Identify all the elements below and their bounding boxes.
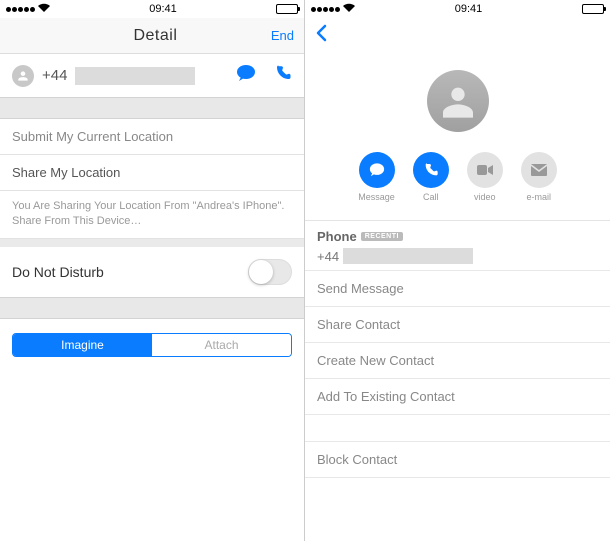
contact-header: +44	[0, 54, 304, 97]
signal-dots	[311, 7, 340, 12]
share-note: You Are Sharing Your Location From "Andr…	[0, 191, 304, 239]
wifi-icon	[343, 3, 355, 15]
nav-bar	[305, 18, 610, 54]
redacted-number	[343, 248, 473, 264]
send-message-button[interactable]: Send Message	[305, 270, 610, 307]
contact-screen: 09:41 Message Call	[305, 0, 610, 541]
create-contact-button[interactable]: Create New Contact	[305, 343, 610, 379]
email-action[interactable]: e-mail	[521, 152, 557, 202]
phone-circle-icon	[413, 152, 449, 188]
email-circle-icon	[521, 152, 557, 188]
status-time: 09:41	[455, 3, 483, 15]
segment-attach[interactable]: Attach	[152, 334, 291, 356]
submit-location-button[interactable]: Submit My Current Location	[0, 119, 304, 155]
message-circle-icon	[359, 152, 395, 188]
message-icon[interactable]	[236, 64, 256, 87]
phone-section: Phone RECENTI +44	[305, 221, 610, 270]
wifi-icon	[38, 3, 50, 15]
avatar-large-icon	[427, 70, 489, 132]
dnd-label: Do Not Disturb	[12, 264, 104, 280]
action-row: Message Call video e-mail	[305, 142, 610, 221]
detail-screen: 09:41 Detail End +44 Submit My Current L…	[0, 0, 305, 541]
call-action[interactable]: Call	[413, 152, 449, 202]
call-icon[interactable]	[274, 64, 292, 87]
avatar-icon	[12, 65, 34, 87]
phone-prefix: +44	[317, 249, 339, 264]
battery-icon	[276, 4, 298, 14]
nav-title: Detail	[133, 27, 177, 45]
block-contact-button[interactable]: Block Contact	[305, 441, 610, 478]
nav-bar: Detail End	[0, 18, 304, 54]
phone-label: Phone	[317, 229, 357, 244]
signal-dots	[6, 7, 35, 12]
status-bar: 09:41	[0, 0, 304, 18]
share-location-button[interactable]: Share My Location	[0, 155, 304, 191]
recent-badge: RECENTI	[361, 232, 403, 241]
status-bar: 09:41	[305, 0, 610, 18]
dnd-row: Do Not Disturb	[0, 247, 304, 297]
battery-icon	[582, 4, 604, 14]
message-action[interactable]: Message	[358, 152, 395, 202]
segment-imagine[interactable]: Imagine	[13, 334, 152, 356]
status-time: 09:41	[149, 3, 177, 15]
back-button[interactable]	[315, 24, 327, 48]
video-action[interactable]: video	[467, 152, 503, 202]
share-contact-button[interactable]: Share Contact	[305, 307, 610, 343]
phone-prefix: +44	[42, 67, 67, 84]
video-circle-icon	[467, 152, 503, 188]
redacted-number	[75, 67, 195, 85]
add-existing-button[interactable]: Add To Existing Contact	[305, 379, 610, 415]
dnd-toggle[interactable]	[248, 259, 292, 285]
segmented-control[interactable]: Imagine Attach	[12, 333, 292, 357]
end-button[interactable]: End	[271, 28, 294, 43]
